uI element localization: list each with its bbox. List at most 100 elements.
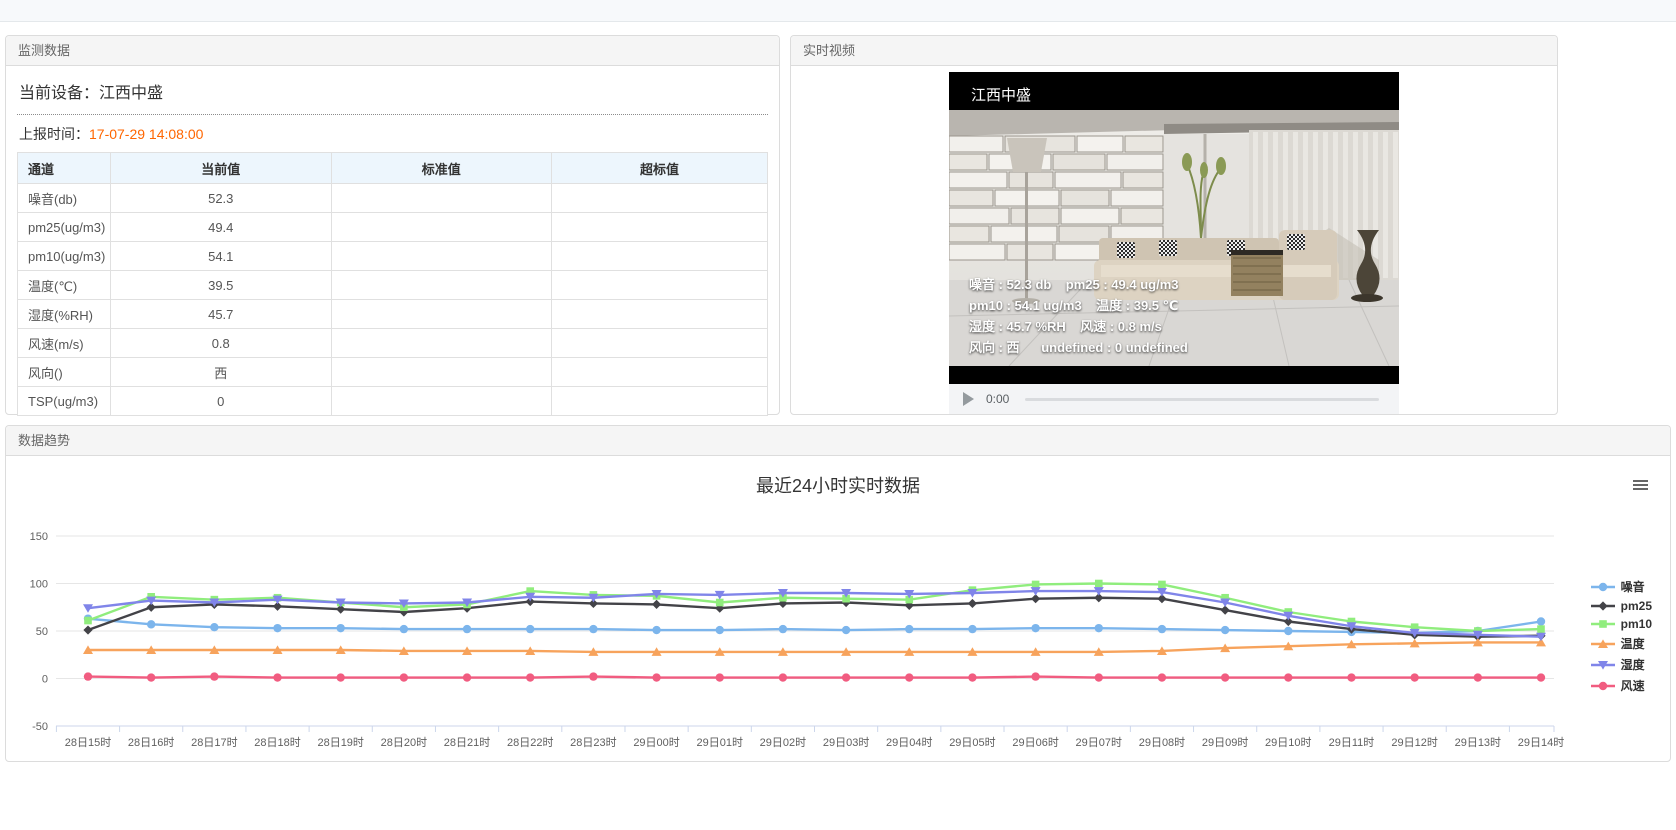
data-point-marker bbox=[1284, 673, 1292, 681]
data-point-marker bbox=[1158, 581, 1166, 589]
monitor-panel-header: 监测数据 bbox=[6, 36, 779, 66]
x-axis-label: 28日20时 bbox=[381, 736, 427, 749]
legend-label: 风速 bbox=[1621, 677, 1645, 694]
video-progress-bar[interactable] bbox=[1025, 398, 1379, 401]
x-axis-label: 29日10时 bbox=[1265, 736, 1311, 749]
video-screen[interactable]: 江西中盛 bbox=[949, 72, 1399, 384]
legend-item-温度[interactable]: 温度 bbox=[1590, 635, 1652, 652]
chart-context-menu-icon[interactable] bbox=[1633, 480, 1648, 492]
x-axis-label: 29日01时 bbox=[696, 736, 742, 749]
data-point-marker bbox=[336, 624, 344, 632]
data-point-marker bbox=[84, 617, 92, 625]
legend-item-湿度[interactable]: 湿度 bbox=[1590, 656, 1652, 673]
column-header-current: 当前值 bbox=[111, 153, 332, 184]
video-overlay: 噪音 : 52.3 db pm25 : 49.4 ug/m3pm10 : 54.… bbox=[969, 274, 1188, 358]
channel-cell: 噪音(db) bbox=[18, 184, 111, 213]
trend-panel-title: 数据趋势 bbox=[18, 433, 70, 448]
current-value-cell: 西 bbox=[111, 358, 332, 387]
overlay-line: 风向 : 西 undefined : 0 undefined bbox=[969, 337, 1188, 358]
monitor-table: 通道 当前值 标准值 超标值 噪音(db)52.3pm25(ug/m3)49.4… bbox=[17, 152, 768, 416]
data-point-marker bbox=[1158, 625, 1166, 633]
standard-value-cell bbox=[331, 242, 552, 271]
chart-legend: 噪音 pm25 pm10 温度湿度风速 bbox=[1590, 574, 1652, 698]
data-point-marker bbox=[1474, 673, 1482, 681]
current-value-cell: 0 bbox=[111, 387, 332, 416]
video-panel-header: 实时视频 bbox=[791, 36, 1557, 66]
data-point-marker bbox=[1221, 673, 1229, 681]
data-point-marker bbox=[1537, 617, 1545, 625]
legend-label: pm25 bbox=[1621, 599, 1652, 613]
y-axis-label: 150 bbox=[30, 531, 48, 543]
exceed-value-cell bbox=[552, 300, 768, 329]
standard-value-cell bbox=[331, 329, 552, 358]
data-point-marker bbox=[83, 625, 92, 634]
current-value-cell: 49.4 bbox=[111, 213, 332, 242]
current-device-label: 当前设备：江西中盛 bbox=[17, 70, 768, 115]
legend-item-风速[interactable]: 风速 bbox=[1590, 677, 1652, 694]
play-icon[interactable] bbox=[963, 392, 974, 406]
series-line-风速 bbox=[88, 677, 1541, 678]
x-axis-label: 28日15时 bbox=[65, 736, 111, 749]
legend-label: 湿度 bbox=[1621, 656, 1645, 673]
data-point-marker bbox=[968, 625, 976, 633]
data-point-marker bbox=[1537, 673, 1545, 681]
exceed-value-cell bbox=[552, 387, 768, 416]
data-point-marker bbox=[1284, 627, 1292, 635]
video-title: 江西中盛 bbox=[949, 72, 1399, 110]
x-axis-label: 29日08时 bbox=[1139, 736, 1185, 749]
table-row: 噪音(db)52.3 bbox=[18, 184, 768, 213]
data-point-marker bbox=[273, 673, 281, 681]
data-point-marker bbox=[716, 673, 724, 681]
y-axis-label: 50 bbox=[36, 626, 48, 638]
legend-item-噪音[interactable]: 噪音 bbox=[1590, 578, 1652, 595]
data-point-marker bbox=[842, 673, 850, 681]
video-player: 江西中盛 bbox=[949, 72, 1399, 414]
data-point-marker bbox=[1158, 673, 1166, 681]
data-point-marker bbox=[1410, 673, 1418, 681]
exceed-value-cell bbox=[552, 329, 768, 358]
channel-cell: pm25(ug/m3) bbox=[18, 213, 111, 242]
data-point-marker bbox=[273, 624, 281, 632]
current-value-cell: 54.1 bbox=[111, 242, 332, 271]
data-point-marker bbox=[1095, 580, 1103, 588]
column-header-channel: 通道 bbox=[18, 153, 111, 184]
table-row: 风向()西 bbox=[18, 358, 768, 387]
legend-item-pm25[interactable]: pm25 bbox=[1590, 599, 1652, 613]
y-axis-label: 100 bbox=[30, 579, 48, 591]
x-axis-label: 28日16时 bbox=[128, 736, 174, 749]
table-row: 温度(℃)39.5 bbox=[18, 271, 768, 300]
x-axis-label: 29日00时 bbox=[633, 736, 679, 749]
x-axis-label: 28日19时 bbox=[317, 736, 363, 749]
overlay-line: pm10 : 54.1 ug/m3 温度 : 39.5 ℃ bbox=[969, 295, 1188, 316]
current-value-cell: 0.8 bbox=[111, 329, 332, 358]
data-point-marker bbox=[905, 673, 913, 681]
data-point-marker bbox=[1347, 673, 1355, 681]
exceed-value-cell bbox=[552, 184, 768, 213]
trend-panel: 数据趋势 最近24小时实时数据 150100500-5028日15时28日16时… bbox=[5, 425, 1671, 762]
x-axis-label: 28日23时 bbox=[570, 736, 616, 749]
x-axis-label: 29日05时 bbox=[949, 736, 995, 749]
x-axis-label: 29日13时 bbox=[1455, 736, 1501, 749]
table-row: 湿度(%RH)45.7 bbox=[18, 300, 768, 329]
data-point-marker bbox=[589, 625, 597, 633]
chart-title: 最近24小时实时数据 bbox=[6, 456, 1670, 498]
column-header-standard: 标准值 bbox=[331, 153, 552, 184]
data-point-marker bbox=[1095, 673, 1103, 681]
data-point-marker bbox=[1221, 626, 1229, 634]
data-point-marker bbox=[400, 625, 408, 633]
x-axis-label: 28日18时 bbox=[254, 736, 300, 749]
monitor-panel: 监测数据 当前设备：江西中盛 上报时间：17-07-29 14:08:00 通道… bbox=[5, 35, 780, 415]
data-point-marker bbox=[716, 599, 724, 607]
x-axis-label: 29日06时 bbox=[1012, 736, 1058, 749]
legend-marker bbox=[1590, 680, 1616, 692]
y-axis-label: 0 bbox=[42, 674, 48, 686]
data-point-marker bbox=[336, 673, 344, 681]
legend-marker bbox=[1590, 600, 1616, 612]
overlay-line: 湿度 : 45.7 %RH 风速 : 0.8 m/s bbox=[969, 316, 1188, 337]
video-controls: 0:00 bbox=[949, 384, 1399, 414]
table-row: 风速(m/s)0.8 bbox=[18, 329, 768, 358]
legend-item-pm10[interactable]: pm10 bbox=[1590, 617, 1652, 631]
video-panel: 实时视频 江西中盛 bbox=[790, 35, 1558, 415]
data-point-marker bbox=[652, 626, 660, 634]
data-point-marker bbox=[779, 625, 787, 633]
